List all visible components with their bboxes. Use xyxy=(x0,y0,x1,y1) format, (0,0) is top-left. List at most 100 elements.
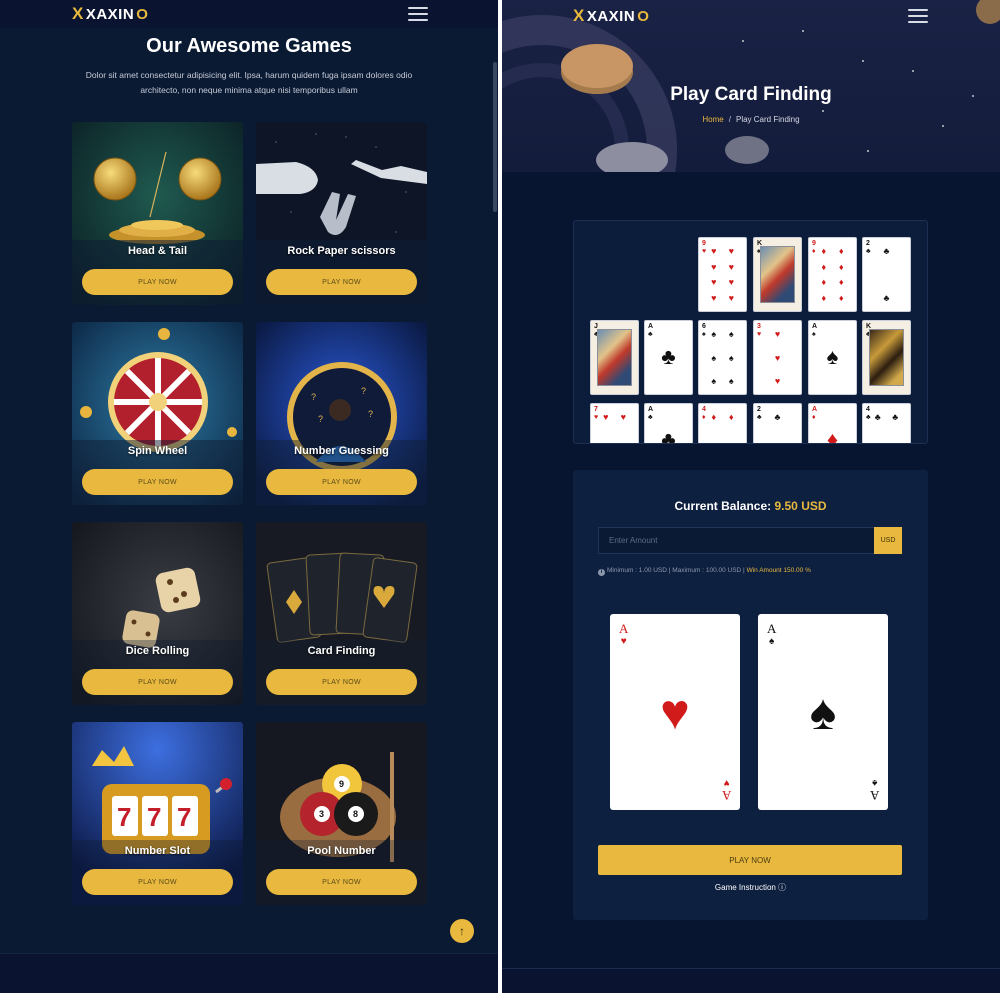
menu-icon[interactable] xyxy=(908,9,928,23)
svg-text:?: ? xyxy=(318,414,323,424)
playing-card: 2 ♣ ♣ xyxy=(753,403,802,443)
bet-limits: i Minimum : 1.00 USD | Maximum : 100.00 U… xyxy=(598,567,811,576)
footer xyxy=(0,953,498,993)
svg-text:?: ? xyxy=(311,392,316,402)
playing-card: K♣ xyxy=(862,320,911,395)
playing-card: 2 ♣ ♣ ♣ xyxy=(862,237,911,312)
games-page: X XAXIN O Our Awesome Games Dolor sit amet… xyxy=(0,0,498,993)
heart-icon: ♥ xyxy=(660,684,690,740)
menu-icon[interactable] xyxy=(408,7,428,21)
logo-mark: X xyxy=(72,4,84,23)
game-card-spin-wheel[interactable]: Spin Wheel PLAY NOW xyxy=(72,322,243,505)
win-amount: Win Amount 150.00 % xyxy=(746,567,811,574)
balance-label: Current Balance: xyxy=(674,499,772,513)
playing-card: 9 ♥ ♥ ♥ ♥ ♥ ♥ ♥ ♥ ♥ xyxy=(698,237,747,312)
amount-input-group: USD xyxy=(598,527,902,554)
site-logo[interactable]: X XAXIN O xyxy=(72,4,148,24)
section-title: Our Awesome Games xyxy=(146,35,352,57)
play-now-button[interactable]: PLAY NOW xyxy=(598,845,902,875)
play-now-button[interactable]: PLAY NOW xyxy=(82,669,233,695)
playing-card: 7♥♥♥♥♥ xyxy=(590,403,639,443)
game-title: Spin Wheel xyxy=(127,445,188,457)
choice-card-ace-spades[interactable]: A ♠ ♠ A ♠ xyxy=(758,614,888,810)
page-title: Play Card Finding xyxy=(670,84,832,105)
info-icon: i xyxy=(598,569,605,576)
breadcrumb-home-link[interactable]: Home xyxy=(702,115,723,124)
svg-text:7: 7 xyxy=(117,802,131,832)
spade-icon: ♠ xyxy=(809,684,837,740)
game-title: Card Finding xyxy=(307,645,376,657)
game-card-head-tail[interactable]: Head & Tail PLAY NOW xyxy=(72,122,243,305)
top-navbar: X XAXIN O xyxy=(0,0,498,28)
game-card-pool-number[interactable]: 9 3 8 Pool Number PLAY NOW xyxy=(256,722,427,905)
playing-card: J♣ xyxy=(590,320,639,395)
scroll-to-top-button[interactable]: ↑ xyxy=(450,919,474,943)
choice-card-ace-hearts[interactable]: A ♥ ♥ A ♥ xyxy=(610,614,740,810)
breadcrumb: Home / Play Card Finding xyxy=(502,115,1000,124)
svg-text:9: 9 xyxy=(339,779,344,789)
playing-card: 3 ♥ ♥ ♥ ♥ xyxy=(753,320,802,395)
svg-text:?: ? xyxy=(361,386,366,396)
play-now-button[interactable]: PLAY NOW xyxy=(266,469,417,495)
logo-text: XAXIN xyxy=(85,5,135,23)
svg-text:7: 7 xyxy=(147,802,161,832)
logo-text-end: O xyxy=(136,5,149,23)
card-corner-top: A ♠ xyxy=(767,621,777,647)
play-now-button[interactable]: PLAY NOW xyxy=(82,469,233,495)
playing-card: A ♦ ♦ xyxy=(808,403,857,443)
svg-text:3: 3 xyxy=(319,809,324,819)
amount-input[interactable] xyxy=(598,527,874,554)
hero-banner: X XAXIN O Play Card Finding Home / Play Card… xyxy=(502,0,1000,172)
section-description: Dolor sit amet consectetur adipisicing e… xyxy=(85,70,413,95)
game-title: Head & Tail xyxy=(127,245,188,257)
play-now-button[interactable]: PLAY NOW xyxy=(82,269,233,295)
playing-card: 9 ♦ ♦ ♦ ♦ ♦ ♦ ♦ ♦ ♦ xyxy=(808,237,857,312)
game-title: Rock Paper scissors xyxy=(287,245,396,257)
playing-card: K ♠ xyxy=(753,237,802,312)
play-now-button[interactable]: PLAY NOW xyxy=(266,869,417,895)
game-title: Dice Rolling xyxy=(125,645,190,657)
card-deck-display: 9♥♥♥♥♥♥♥♥♥ K♠ 9♦♦♦♦♦♦♦♦♦ 2♣♣♣ J♣ A♣♣ 6♠♠… xyxy=(573,220,928,444)
game-title: Pool Number xyxy=(307,845,376,857)
game-title: Number Slot xyxy=(124,845,191,857)
balance-value: 9.50 USD xyxy=(774,499,827,513)
playing-card: 4♦♦♦♦♦ xyxy=(698,403,747,443)
game-card-number-guessing[interactable]: ???? Number Guessing PLAY NOW xyxy=(256,322,427,505)
svg-text:8: 8 xyxy=(353,809,358,819)
game-card-rock-paper-scissors[interactable]: Rock Paper scissors PLAY NOW xyxy=(256,122,427,305)
logo-text-end: O xyxy=(637,7,650,25)
playing-card: 6 ♠ ♠ ♠ ♠ ♠ ♠ ♠ xyxy=(698,320,747,395)
footer xyxy=(502,968,1000,993)
playing-card: 4♣♣♣♣♣ xyxy=(862,403,911,443)
currency-addon: USD xyxy=(874,527,902,554)
games-grid: Head & Tail PLAY NOW Rock Paper scissors… xyxy=(72,122,427,905)
game-card-number-slot[interactable]: 777 Number Slot PLAY NOW xyxy=(72,722,243,905)
svg-text:7: 7 xyxy=(177,802,191,832)
scrollbar[interactable] xyxy=(493,62,497,212)
game-card-dice-rolling[interactable]: Dice Rolling PLAY NOW xyxy=(72,522,243,705)
breadcrumb-current: Play Card Finding xyxy=(735,115,800,124)
card-corner-top: A ♥ xyxy=(619,621,629,647)
current-balance: Current Balance: 9.50 USD xyxy=(573,499,928,513)
play-now-button[interactable]: PLAY NOW xyxy=(266,669,417,695)
card-corner-bottom: A ♥ xyxy=(721,777,731,803)
arrow-up-icon: ↑ xyxy=(459,924,465,938)
svg-text:?: ? xyxy=(368,409,373,419)
card-finding-page: X XAXIN O Play Card Finding Home / Play Card… xyxy=(502,0,1000,993)
card-corner-bottom: A ♠ xyxy=(869,777,879,803)
logo-mark: X xyxy=(573,6,585,25)
playing-card: A ♠ ♠ xyxy=(808,320,857,395)
play-now-button[interactable]: PLAY NOW xyxy=(266,269,417,295)
game-card-card-finding[interactable]: Card Finding PLAY NOW xyxy=(256,522,427,705)
limits-text: Minimum : 1.00 USD | Maximum : 100.00 US… xyxy=(607,567,747,574)
playing-card: A ♣ ♣ xyxy=(644,320,693,395)
game-instruction-link[interactable]: Game Instruction ⓘ xyxy=(573,882,928,893)
game-title: Number Guessing xyxy=(294,445,389,457)
top-navbar: X XAXIN O xyxy=(502,0,1000,32)
playing-card: A ♣ ♣ xyxy=(644,403,693,443)
bet-panel: Current Balance: 9.50 USD USD iMinimum :… xyxy=(573,470,928,920)
logo-text: XAXIN xyxy=(586,7,636,25)
play-now-button[interactable]: PLAY NOW xyxy=(82,869,233,895)
breadcrumb-separator: / xyxy=(728,115,731,124)
site-logo[interactable]: X XAXIN O xyxy=(573,6,649,26)
